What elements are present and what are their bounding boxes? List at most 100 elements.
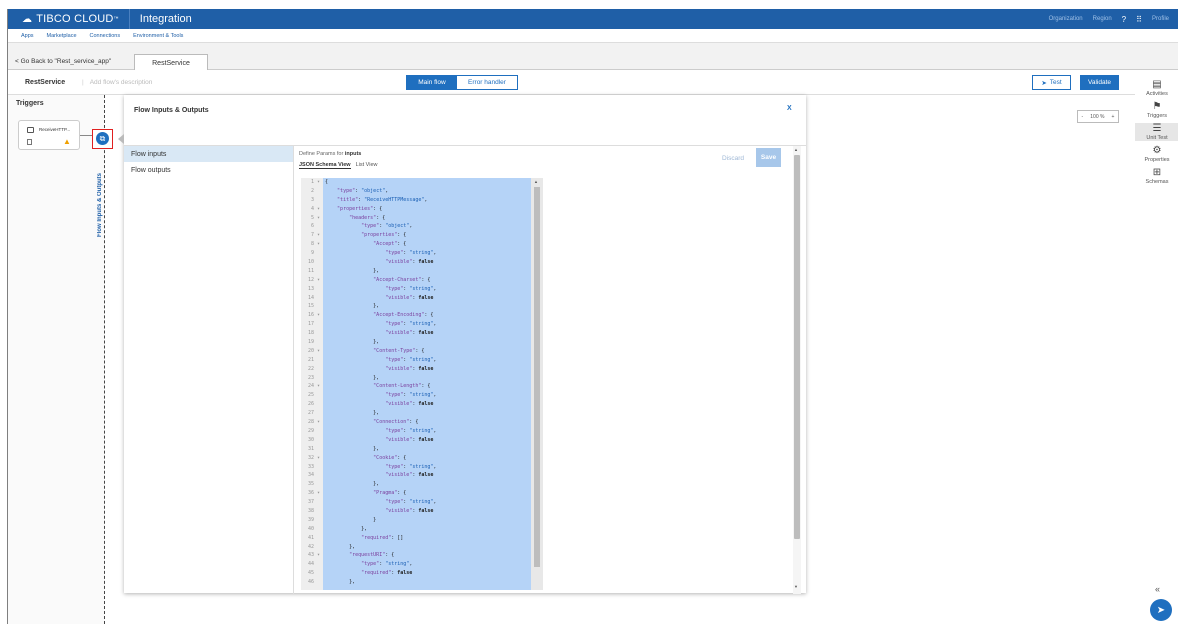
profile-menu[interactable]: Profile — [1152, 16, 1169, 22]
tibco-logo[interactable]: ☁ TIBCO CLOUD ™ — [8, 9, 119, 29]
panel-scroll-thumb[interactable] — [794, 155, 800, 539]
code-line[interactable]: }, — [323, 302, 531, 311]
code-line[interactable]: "type": "string", — [323, 285, 531, 294]
code-line[interactable]: }, — [323, 480, 531, 489]
flow-io-vertical-label[interactable]: Flow Inputs & Outputs — [97, 155, 103, 255]
sidebar-item-schemas[interactable]: ⊞ Schemas — [1135, 167, 1178, 185]
sidebar-item-unit-test[interactable]: ☰ Unit Test — [1135, 123, 1178, 141]
test-button[interactable]: ➤ Test — [1032, 75, 1071, 90]
code-line[interactable]: }, — [323, 445, 531, 454]
save-button[interactable]: Save — [756, 148, 781, 167]
code-line[interactable]: "type": "string", — [323, 391, 531, 400]
code-area[interactable]: { "type": "object", "title": "ReceiveHTT… — [323, 178, 531, 590]
code-line[interactable]: "properties": { — [323, 205, 531, 214]
code-line[interactable]: "Accept-Encoding": { — [323, 311, 531, 320]
collapse-icon[interactable]: « — [1155, 584, 1160, 594]
nav-apps[interactable]: Apps — [21, 33, 34, 39]
code-line[interactable]: "visible": false — [323, 436, 531, 445]
close-icon[interactable]: X — [787, 105, 792, 112]
flow-inputs-item[interactable]: Flow inputs — [124, 146, 293, 162]
code-line[interactable]: "Accept-Charset": { — [323, 276, 531, 285]
code-line[interactable]: "type": "object", — [323, 187, 531, 196]
code-line[interactable]: "visible": false — [323, 258, 531, 267]
zoom-in-button[interactable]: + — [1112, 114, 1115, 120]
help-icon[interactable]: ? — [1122, 15, 1126, 24]
code-line[interactable]: "required": false — [323, 569, 531, 578]
code-line[interactable]: "Content-Type": { — [323, 347, 531, 356]
code-line[interactable]: "type": "string", — [323, 463, 531, 472]
code-line[interactable]: "type": "string", — [323, 427, 531, 436]
panel-scroll-down-icon[interactable]: ▼ — [794, 584, 798, 589]
code-line[interactable]: "Pragma": { — [323, 489, 531, 498]
panel-scrollbar[interactable]: ▲ ▼ — [793, 146, 801, 594]
code-line[interactable]: "Accept": { — [323, 240, 531, 249]
tab-restservice[interactable]: RestService — [134, 54, 208, 71]
flow-toggle: Main flow Error handler — [406, 75, 518, 90]
rocket-icon[interactable]: ➤ — [1150, 599, 1172, 621]
editor-scrollbar[interactable]: ▲ — [531, 178, 543, 590]
zoom-out-button[interactable]: - — [1082, 114, 1084, 120]
code-line[interactable]: "type": "string", — [323, 356, 531, 365]
code-line[interactable]: "Cookie": { — [323, 454, 531, 463]
line-number: 12 ▾ — [307, 276, 320, 283]
code-line[interactable]: "type": "string", — [323, 498, 531, 507]
line-number: 36 ▾ — [307, 490, 320, 497]
sidebar-item-properties[interactable]: ⚙ Properties — [1135, 145, 1178, 163]
error-handler-button[interactable]: Error handler — [457, 76, 517, 89]
go-back-link[interactable]: < Go Back to "Rest_service_app" — [15, 58, 111, 65]
organization-menu[interactable]: Organization — [1049, 16, 1083, 22]
discard-button[interactable]: Discard — [722, 155, 744, 162]
tab-json-schema-view[interactable]: JSON Schema View — [299, 162, 351, 169]
code-line[interactable]: { — [323, 178, 531, 187]
sidebar-item-triggers[interactable]: ⚑ Triggers — [1135, 101, 1178, 119]
code-line[interactable]: "visible": false — [323, 471, 531, 480]
code-line[interactable]: }, — [323, 374, 531, 383]
region-menu[interactable]: Region — [1093, 16, 1112, 22]
validate-button[interactable]: Validate — [1080, 75, 1119, 90]
code-line[interactable]: }, — [323, 267, 531, 276]
code-line[interactable]: "headers": { — [323, 214, 531, 223]
code-line[interactable]: } — [323, 516, 531, 525]
code-line[interactable]: "requestURI": { — [323, 551, 531, 560]
apps-grid-icon[interactable]: ⠿ — [1136, 15, 1142, 24]
code-line[interactable]: }, — [323, 578, 531, 587]
panel-scroll-up-icon[interactable]: ▲ — [794, 147, 798, 152]
sidebar-item-label: Triggers — [1147, 113, 1167, 119]
sidebar-item-activities[interactable]: ▤ Activities — [1135, 79, 1178, 97]
code-line[interactable]: "properties": { — [323, 231, 531, 240]
flow-description-input[interactable]: Add flow's description — [82, 79, 153, 86]
editor-scroll-thumb[interactable] — [534, 187, 540, 567]
json-editor[interactable]: 1 ▾ 2 3 4 ▾ 5 ▾ 6 7 ▾ 8 ▾ 9 10 11 12 ▾ 13 14 1… — [301, 178, 543, 590]
code-line[interactable]: "type": "string", — [323, 249, 531, 258]
code-line[interactable]: "title": "ReceiveHTTPMessage", — [323, 196, 531, 205]
unit-test-icon: ☰ — [1152, 123, 1162, 134]
line-number: 17 — [307, 321, 320, 328]
code-line[interactable]: "visible": false — [323, 400, 531, 409]
code-line[interactable]: }, — [323, 543, 531, 552]
code-line[interactable]: "visible": false — [323, 294, 531, 303]
trigger-label: ReceiveHTTP... — [39, 127, 71, 132]
tab-list-view[interactable]: List View — [356, 162, 378, 169]
code-line[interactable]: }, — [323, 525, 531, 534]
code-line[interactable]: }, — [323, 409, 531, 418]
flow-outputs-item[interactable]: Flow outputs — [124, 162, 293, 178]
code-line[interactable]: "visible": false — [323, 329, 531, 338]
code-line[interactable]: "Content-Length": { — [323, 382, 531, 391]
code-line[interactable]: "Connection": { — [323, 418, 531, 427]
code-line[interactable]: "visible": false — [323, 507, 531, 516]
trigger-card[interactable]: ReceiveHTTP... ▲ — [18, 120, 80, 150]
code-line[interactable]: "type": "string", — [323, 560, 531, 569]
code-line[interactable]: "type": "object", — [323, 222, 531, 231]
nav-connections[interactable]: Connections — [90, 33, 121, 39]
code-line[interactable]: "required": [] — [323, 534, 531, 543]
scroll-up-icon[interactable]: ▲ — [534, 179, 538, 184]
nav-environment-tools[interactable]: Environment & Tools — [133, 33, 183, 39]
code-line[interactable]: "type": "string", — [323, 320, 531, 329]
line-number: 32 ▾ — [307, 454, 320, 461]
code-line[interactable]: }, — [323, 338, 531, 347]
nav-marketplace[interactable]: Marketplace — [47, 33, 77, 39]
code-line[interactable]: "visible": false — [323, 365, 531, 374]
flow-io-icon[interactable]: ⧉ — [96, 132, 109, 145]
line-number: 19 — [307, 339, 320, 346]
main-flow-button[interactable]: Main flow — [407, 76, 457, 89]
